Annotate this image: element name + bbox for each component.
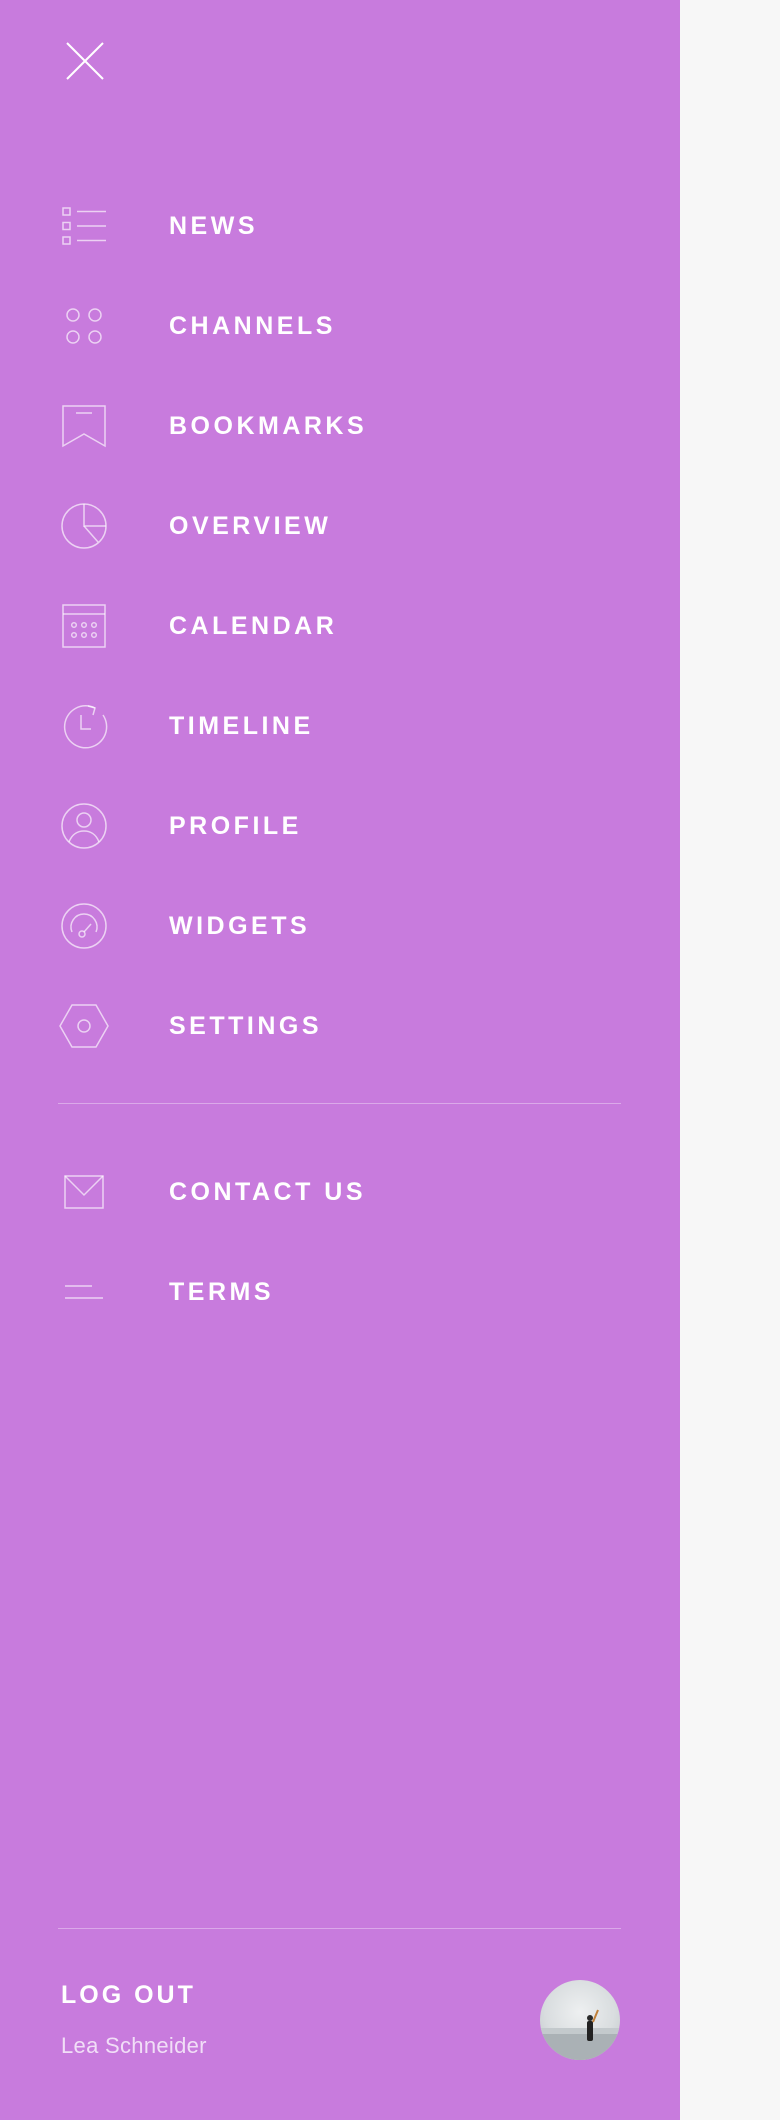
menu-item-timeline[interactable]: TIMELINE: [58, 686, 618, 766]
close-button[interactable]: [60, 36, 110, 86]
calendar-icon: [58, 600, 110, 652]
pie-chart-icon: [58, 500, 110, 552]
menu-item-news[interactable]: NEWS: [58, 186, 618, 266]
logout-link[interactable]: LOG OUT: [61, 1981, 196, 2010]
avatar-photo: [540, 2009, 620, 2060]
close-icon: [66, 42, 104, 80]
user-name: Lea Schneider: [61, 2033, 207, 2058]
avatar[interactable]: [540, 1980, 620, 2060]
menu-label-settings: SETTINGS: [169, 1011, 323, 1040]
hexagon-gear-icon: [58, 1000, 110, 1052]
menu-label-widgets: WIDGETS: [169, 911, 311, 940]
list-icon: [58, 200, 110, 252]
menu-item-profile[interactable]: PROFILE: [58, 786, 618, 866]
menu-label-overview: OVERVIEW: [169, 511, 332, 540]
menu-label-terms: TERMS: [169, 1277, 274, 1306]
menu-label-profile: PROFILE: [169, 811, 302, 840]
menu-item-calendar[interactable]: CALENDAR: [58, 586, 618, 666]
gauge-icon: [58, 900, 110, 952]
menu-label-bookmarks: BOOKMARKS: [169, 411, 368, 440]
menu-divider: [58, 1103, 621, 1104]
text-lines-icon: [58, 1266, 110, 1318]
menu-item-overview[interactable]: OVERVIEW: [58, 486, 618, 566]
menu-item-channels[interactable]: CHANNELS: [58, 286, 618, 366]
footer-divider: [58, 1928, 621, 1929]
menu-item-settings[interactable]: SETTINGS: [58, 986, 618, 1066]
grid-dots-icon: [58, 300, 110, 352]
menu-label-news: NEWS: [169, 211, 258, 240]
navigation-drawer: NEWS CHANNELS BOOKMARKS OVERVIEW CALENDA…: [0, 0, 680, 2120]
clock-refresh-icon: [58, 700, 110, 752]
menu-label-calendar: CALENDAR: [169, 611, 338, 640]
user-circle-icon: [58, 800, 110, 852]
menu-label-contact-us: CONTACT US: [169, 1177, 367, 1206]
menu-label-timeline: TIMELINE: [169, 711, 314, 740]
menu-label-channels: CHANNELS: [169, 311, 336, 340]
menu-item-bookmarks[interactable]: BOOKMARKS: [58, 386, 618, 466]
menu-item-contact-us[interactable]: CONTACT US: [58, 1152, 618, 1232]
menu-item-widgets[interactable]: WIDGETS: [58, 886, 618, 966]
bookmark-icon: [58, 400, 110, 452]
mail-icon: [58, 1166, 110, 1218]
menu-item-terms[interactable]: TERMS: [58, 1252, 618, 1332]
